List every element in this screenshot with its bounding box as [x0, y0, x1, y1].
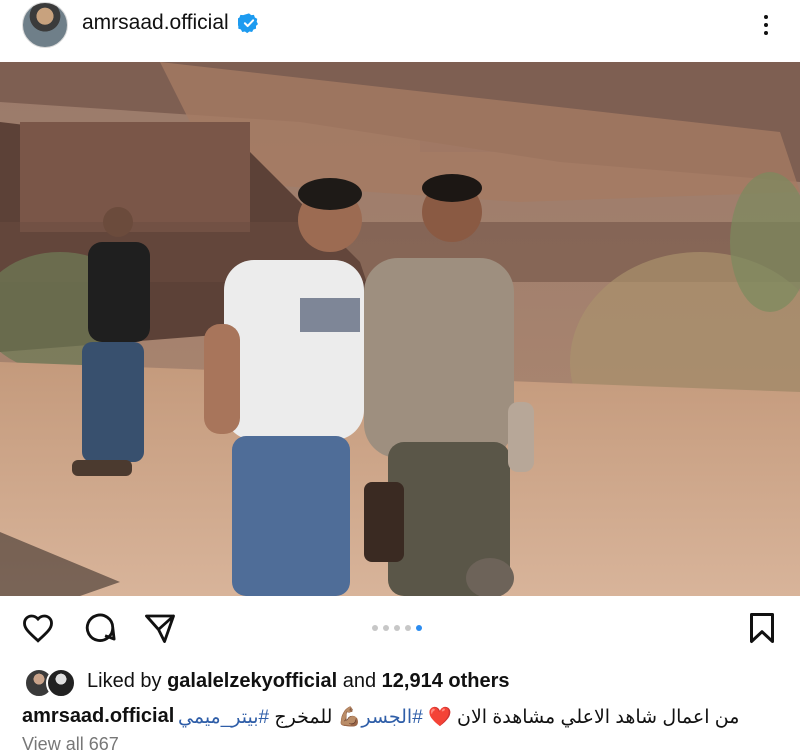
likes-prefix: Liked by [87, 670, 162, 692]
heart-emoji: ❤️ [428, 707, 452, 728]
caption: amrsaad.official من اعمال شاهد الاعلي مش… [0, 700, 800, 734]
carousel-dot [394, 625, 400, 631]
post-photo[interactable] [0, 62, 800, 596]
post-username[interactable]: amrsaad.official [82, 11, 229, 35]
bookmark-outline-icon[interactable] [744, 610, 780, 646]
caption-text-part: للمخرج [274, 707, 333, 728]
caption-text-part: من اعمال شاهد الاعلي مشاهدة الان [457, 707, 740, 728]
carousel-dot [383, 625, 389, 631]
likes-text: Liked by galalelzekyofficial and 12,914 … [87, 670, 510, 693]
send-paper-plane-icon[interactable] [142, 610, 178, 646]
view-all-comments[interactable]: View all 667 [22, 734, 119, 755]
carousel-indicator [372, 625, 422, 631]
heart-outline-icon[interactable] [20, 610, 56, 646]
liker-avatar[interactable] [46, 668, 76, 698]
profile-avatar[interactable] [22, 2, 68, 48]
post-image [0, 62, 800, 596]
carousel-dot [405, 625, 411, 631]
hashtag-link[interactable]: #الجسر [361, 707, 422, 728]
more-vertical-icon [764, 15, 768, 19]
caption-username[interactable]: amrsaad.official [22, 705, 174, 728]
verified-badge-icon [238, 13, 258, 34]
caption-text: من اعمال شاهد الاعلي مشاهدة الان ❤️ #الج… [178, 705, 739, 729]
post-header: amrsaad.official [0, 0, 800, 62]
likes-count[interactable]: 12,914 others [382, 670, 510, 692]
likes-summary: Liked by galalelzekyofficial and 12,914 … [0, 664, 800, 698]
liker-username[interactable]: galalelzekyofficial [167, 670, 337, 692]
carousel-dot [372, 625, 378, 631]
likes-connector: and [342, 670, 377, 692]
hashtag-link[interactable]: #بيتر_ميمي [178, 707, 269, 728]
comment-bubble-icon[interactable] [82, 610, 118, 646]
carousel-dot-active [416, 625, 422, 631]
more-options-button[interactable] [752, 8, 780, 42]
muscle-emoji: 💪🏽 [337, 707, 362, 728]
